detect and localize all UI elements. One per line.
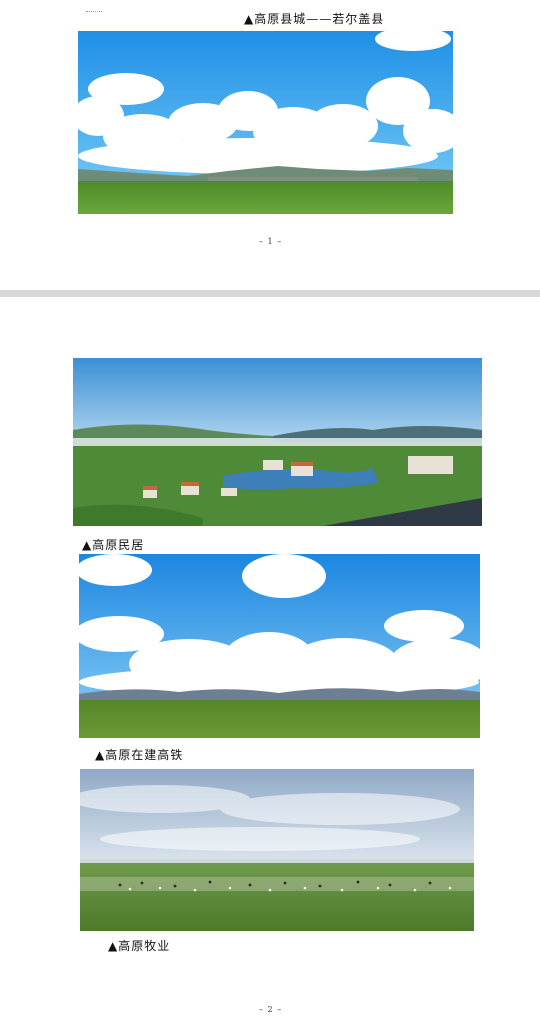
document-page-1: ▲高原县城——若尔盖县 – 1 – bbox=[0, 0, 540, 290]
photo-plateau-dwellings bbox=[73, 358, 482, 526]
photo-plateau-herding bbox=[80, 769, 474, 931]
page-number: – 2 – bbox=[259, 1005, 283, 1014]
photo-caption-herding: ▲高原牧业 bbox=[108, 939, 171, 953]
photo-caption-railway: ▲高原在建高铁 bbox=[95, 748, 184, 762]
photo-caption-dwellings: ▲高原民居 bbox=[82, 538, 145, 552]
page-scan-mark bbox=[86, 11, 102, 15]
photo-plateau-railway-site bbox=[79, 554, 480, 738]
photo-county-town bbox=[78, 31, 453, 214]
document-page-2: ▲高原民居 ▲高原在建高铁 ▲高原牧业 – 2 – bbox=[0, 297, 540, 1025]
photo-caption-county-town: ▲高原县城——若尔盖县 bbox=[244, 12, 385, 26]
page-number: – 1 – bbox=[259, 237, 283, 246]
